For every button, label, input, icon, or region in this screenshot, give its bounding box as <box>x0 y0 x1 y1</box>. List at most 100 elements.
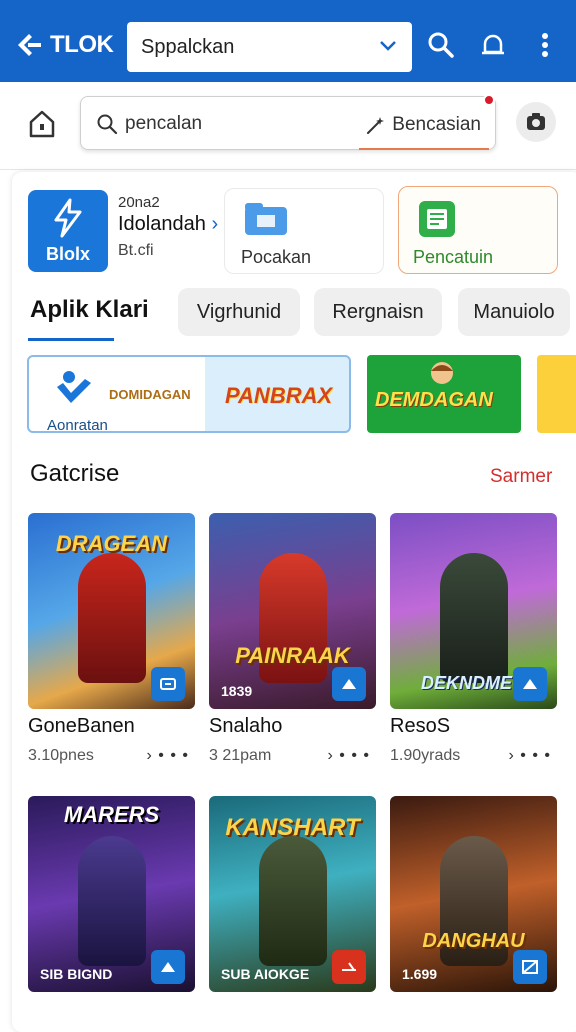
game-thumbnail: DRAGEAN <box>28 513 195 709</box>
game-stamp: SIB BIGND <box>40 966 113 982</box>
game-icon <box>342 962 356 971</box>
game-thumbnail: MARERS SIB BIGND <box>28 796 195 992</box>
banner-row: Aonratan DOMIDAGAN PANBRAX DEMDAGAN <box>27 355 576 433</box>
search-input[interactable]: pencalan Bencasian <box>80 94 496 150</box>
tab-chip[interactable]: Rergnaisn <box>314 288 442 336</box>
folder-icon <box>245 203 287 235</box>
notification-bell-icon[interactable] <box>478 30 508 60</box>
game-badge <box>513 950 547 984</box>
document-icon <box>419 201 455 237</box>
game-meta-text: 1.90yrads <box>390 747 461 764</box>
search-underline <box>359 148 489 150</box>
search-icon <box>97 114 118 135</box>
game-stamp: SUB AIOKGE <box>221 966 310 982</box>
game-card[interactable]: MARERS SIB BIGND <box>28 796 195 992</box>
promo-banner[interactable]: Aonratan DOMIDAGAN PANBRAX <box>27 355 351 433</box>
more-actions-icon[interactable]: › • • • <box>509 747 551 765</box>
game-name: GoneBanen <box>28 715 135 737</box>
game-character <box>77 836 146 966</box>
featured-app-tile-text: Blolx <box>45 244 90 264</box>
promo-banner-sub: DOMIDAGAN <box>109 387 191 402</box>
section-see-more-link[interactable]: Sarmer <box>490 466 552 488</box>
game-thumbnail: DANGHAU 1.699 <box>390 796 557 992</box>
camera-icon <box>527 113 545 130</box>
top-app-bar: TLOK Sppalckan <box>0 0 576 82</box>
featured-app-tile[interactable]: Blolx <box>28 190 108 272</box>
game-meta: 1.90yrads › • • • <box>390 747 557 765</box>
game-stamp: 1839 <box>221 683 253 699</box>
character-icon <box>431 362 453 384</box>
section-title: Gatcrise <box>30 460 120 487</box>
game-badge <box>151 950 185 984</box>
more-actions-icon[interactable]: › • • • <box>147 747 189 765</box>
chevron-right-icon: › <box>211 213 219 235</box>
featured-card-label: Pencatuin <box>413 247 494 267</box>
game-character <box>439 553 508 683</box>
featured-app-sub: Bt.cfi <box>118 242 154 259</box>
search-icon[interactable] <box>426 30 456 60</box>
search-suggestion[interactable]: Bencasian <box>364 113 481 137</box>
game-card[interactable]: KANSHART SUB AIOKGE <box>209 796 376 992</box>
game-badge <box>332 667 366 701</box>
game-card[interactable]: DRAGEAN GoneBanen 3.10pnes › • • • <box>28 513 195 765</box>
tab-chip[interactable]: Vigrhunid <box>178 288 300 336</box>
game-icon <box>161 962 175 972</box>
tab-chip[interactable]: Manuiolo <box>458 288 570 336</box>
game-icon <box>523 679 537 689</box>
tabs-row: Aplik Klari Vigrhunid Rergnaisn Manuiolo <box>28 286 576 342</box>
chevron-down-icon <box>380 41 396 51</box>
tab-indicator <box>28 338 114 341</box>
game-card[interactable]: DANGHAU 1.699 <box>390 796 557 992</box>
featured-app-info[interactable]: 20na2 Idolandah › Bt.cfi <box>118 194 218 260</box>
game-icon <box>342 679 356 689</box>
game-meta-text: 3 21pam <box>209 747 272 764</box>
game-badge <box>513 667 547 701</box>
category-select[interactable]: Sppalckan <box>127 22 412 72</box>
game-card[interactable]: PAINRAAK 1839 Snalaho 3 21pam › • • • <box>209 513 376 765</box>
camera-button[interactable] <box>516 102 556 142</box>
game-stamp: 1.699 <box>402 966 438 982</box>
featured-app-small: 20na2 <box>118 194 160 211</box>
game-badge <box>332 950 366 984</box>
game-name: Snalaho <box>209 715 283 737</box>
game-name: ResoS <box>390 715 451 737</box>
app-logo-icon <box>57 371 91 403</box>
game-thumbnail-title: MARERS <box>63 802 160 827</box>
game-thumbnail: KANSHART SUB AIOKGE <box>209 796 376 992</box>
game-meta: 3 21pam › • • • <box>209 747 376 765</box>
game-character <box>77 553 146 683</box>
category-select-value: Sppalckan <box>141 35 235 58</box>
game-meta-text: 3.10pnes <box>28 747 94 764</box>
tab-active[interactable]: Aplik Klari <box>30 296 149 324</box>
featured-app-title: Idolandah › <box>118 213 219 235</box>
game-card[interactable]: DEKNDMEG ResoS 1.90yrads › • • • <box>390 513 557 765</box>
search-query: pencalan <box>125 113 203 134</box>
game-badge <box>151 667 185 701</box>
game-thumbnail: PAINRAAK 1839 <box>209 513 376 709</box>
promo-banner-title: DEMDAGAN <box>375 389 493 411</box>
featured-card-label: Pocakan <box>241 247 312 267</box>
logo-arrow-icon <box>18 34 41 56</box>
more-actions-icon[interactable]: › • • • <box>328 747 370 765</box>
promo-banner-title: PANBRAX <box>225 383 333 408</box>
logo-text: TLOK <box>50 31 114 58</box>
home-icon[interactable] <box>26 108 58 140</box>
wand-icon <box>367 117 385 134</box>
game-icon <box>160 678 176 690</box>
game-thumbnail-title: PAINRAAK <box>235 643 350 668</box>
promo-banner[interactable]: DEMDAGAN <box>367 355 521 433</box>
game-thumbnail: DEKNDMEG <box>390 513 557 709</box>
game-icon <box>522 960 538 974</box>
notification-dot <box>483 94 495 106</box>
promo-banner-caption: Aonratan <box>47 417 108 433</box>
more-vert-icon[interactable] <box>530 30 560 60</box>
featured-card-pencatuin[interactable]: Pencatuin <box>398 186 558 274</box>
search-suggestion-label: Bencasian <box>392 114 481 135</box>
search-row: pencalan Bencasian <box>0 82 576 170</box>
game-character <box>258 836 327 966</box>
app-logo[interactable]: TLOK <box>14 30 114 60</box>
featured-card-pocakan[interactable]: Pocakan <box>224 188 384 274</box>
bolt-icon <box>54 198 82 238</box>
promo-banner-partial[interactable] <box>537 355 576 433</box>
game-meta: 3.10pnes › • • • <box>28 747 195 765</box>
